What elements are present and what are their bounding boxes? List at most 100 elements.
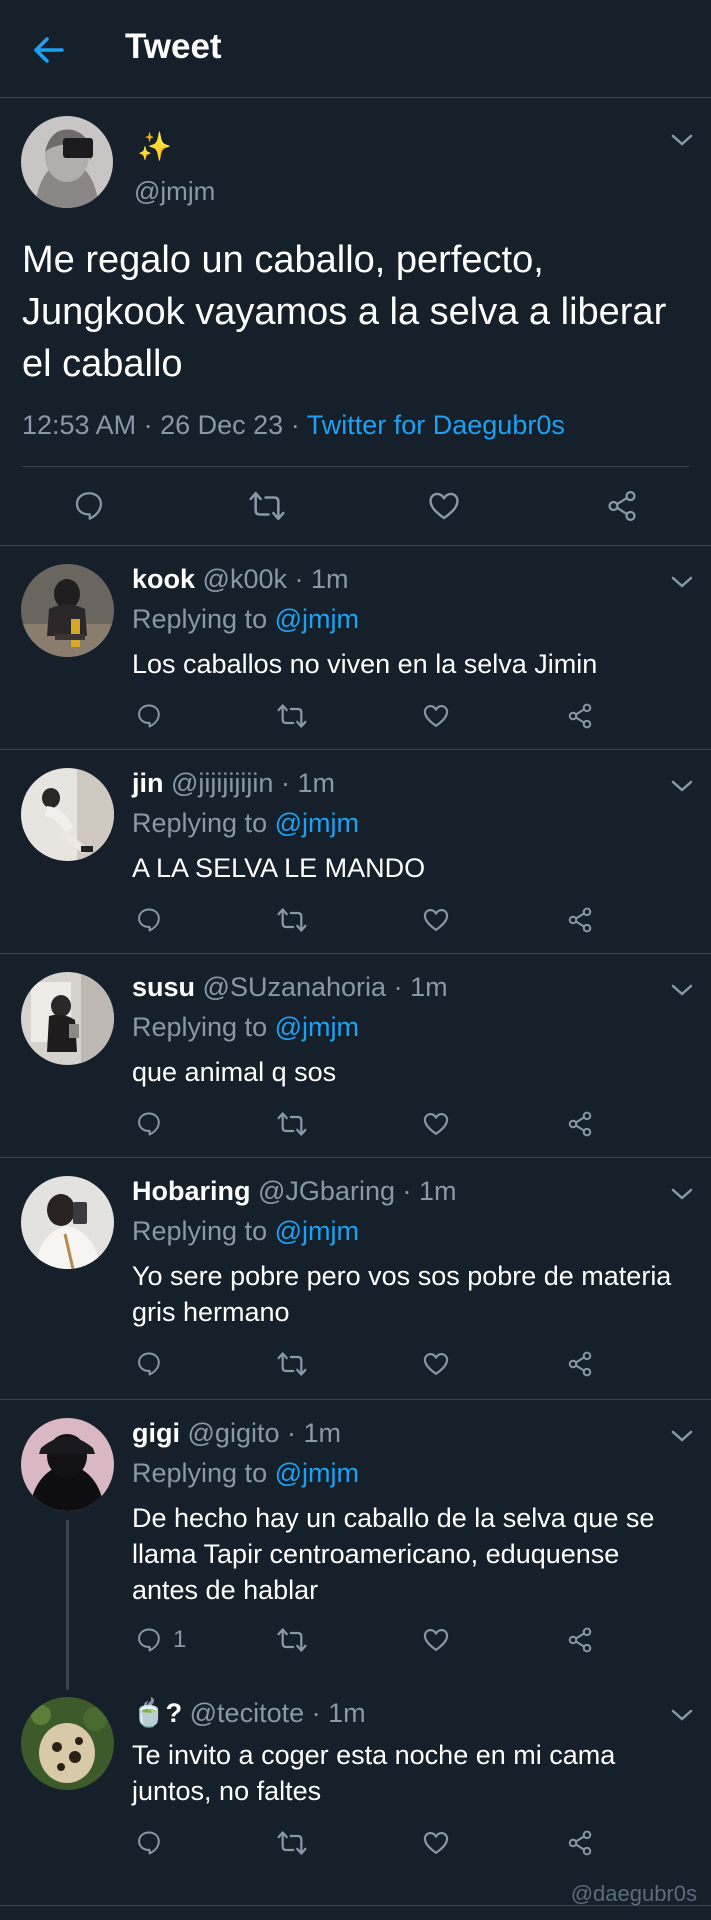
- retweet-icon: [277, 1112, 307, 1136]
- reply-header: gigi @gigito · 1m: [132, 1418, 341, 1448]
- watermark: @daegubr0s: [570, 1881, 697, 1906]
- share-icon: [568, 703, 592, 729]
- tweet-source-link[interactable]: Twitter for Daegubr0s: [307, 410, 565, 440]
- chevron-down-icon[interactable]: [670, 1707, 694, 1723]
- replying-to: Replying to @jmjm: [132, 604, 359, 635]
- reply-button[interactable]: [135, 1350, 173, 1378]
- tweet-date: 26 Dec 23: [160, 410, 284, 440]
- avatar[interactable]: [21, 1418, 114, 1511]
- like-button[interactable]: [422, 1829, 450, 1857]
- reply-actions: [0, 1106, 711, 1146]
- replying-label: Replying to: [132, 1012, 268, 1042]
- reply-header: jin @jijijijijin · 1m: [132, 768, 335, 798]
- chevron-down-icon[interactable]: [670, 574, 694, 590]
- mention-link[interactable]: @jmjm: [275, 1458, 359, 1488]
- share-icon: [568, 1830, 592, 1856]
- reply-button[interactable]: 1: [135, 1626, 186, 1654]
- display-name[interactable]: gigi: [132, 1418, 180, 1448]
- page-title: Tweet: [125, 27, 222, 66]
- reply-header: Hobaring @JGbaring · 1m: [132, 1176, 457, 1206]
- like-button[interactable]: [422, 1626, 450, 1654]
- reply-text: Te invito a coger esta noche en mi cama …: [132, 1740, 616, 1806]
- display-name[interactable]: jin: [132, 768, 164, 798]
- avatar[interactable]: [21, 1697, 114, 1790]
- avatar[interactable]: [21, 564, 114, 657]
- reply-tweet[interactable]: jin @jijijijijin · 1m Replying to @jmjm …: [0, 750, 711, 954]
- top-bar: Tweet: [0, 0, 711, 98]
- retweet-button[interactable]: [276, 1110, 308, 1138]
- handle: @k00k: [202, 564, 287, 594]
- mention-link[interactable]: @jmjm: [275, 1216, 359, 1246]
- avatar[interactable]: [21, 116, 113, 208]
- mention-link[interactable]: @jmjm: [275, 808, 359, 838]
- chevron-down-icon[interactable]: [670, 778, 694, 794]
- retweet-icon: [249, 491, 285, 521]
- retweet-icon: [277, 1352, 307, 1376]
- share-button[interactable]: [566, 906, 594, 934]
- share-icon: [608, 490, 636, 522]
- retweet-button[interactable]: [276, 1350, 308, 1378]
- avatar[interactable]: [21, 768, 114, 861]
- reply-button[interactable]: [135, 1110, 173, 1138]
- heart-icon: [423, 1629, 449, 1651]
- retweet-button[interactable]: [276, 906, 308, 934]
- share-button[interactable]: [566, 1110, 594, 1138]
- reply-header: susu @SUzanahoria · 1m: [132, 972, 448, 1002]
- display-name[interactable]: susu: [132, 972, 195, 1002]
- reply-text: que animal q sos: [132, 1057, 337, 1087]
- avatar[interactable]: [21, 972, 114, 1065]
- main-tweet: ✨ @jmjm Me regalo un caballo, perfecto, …: [0, 98, 711, 546]
- display-name[interactable]: kook: [132, 564, 195, 594]
- like-button[interactable]: [422, 1350, 450, 1378]
- share-button[interactable]: [605, 489, 639, 523]
- timestamp: 1m: [410, 972, 448, 1002]
- chevron-down-icon[interactable]: [670, 1186, 694, 1202]
- replying-to: Replying to @jmjm: [132, 1458, 359, 1489]
- like-button[interactable]: [422, 1110, 450, 1138]
- timestamp: 1m: [303, 1418, 341, 1448]
- reply-tweet[interactable]: 🍵? @tecitote · 1m Te invito a coger esta…: [0, 1685, 711, 1906]
- reply-tweet[interactable]: kook @k00k · 1m Replying to @jmjm Los ca…: [0, 546, 711, 750]
- replying-label: Replying to: [132, 808, 268, 838]
- share-icon: [568, 1111, 592, 1137]
- like-button[interactable]: [427, 489, 461, 523]
- meta-separator: ·: [143, 410, 153, 440]
- reply-tweet[interactable]: susu @SUzanahoria · 1m Replying to @jmjm…: [0, 954, 711, 1158]
- display-name[interactable]: 🍵?: [132, 1698, 182, 1728]
- handle: @SUzanahoria: [202, 972, 387, 1002]
- arrow-left-icon[interactable]: [28, 30, 68, 70]
- reply-button[interactable]: [135, 1829, 173, 1857]
- mention-link[interactable]: @jmjm: [275, 604, 359, 634]
- reply-button[interactable]: [72, 489, 106, 523]
- share-button[interactable]: [566, 702, 594, 730]
- handle: @jmjm: [134, 176, 216, 206]
- share-button[interactable]: [566, 1626, 594, 1654]
- chevron-down-icon[interactable]: [670, 982, 694, 998]
- reply-tweet[interactable]: gigi @gigito · 1m Replying to @jmjm De h…: [0, 1400, 711, 1685]
- comment-icon: [138, 1112, 160, 1136]
- reply-actions: [0, 902, 711, 942]
- display-name[interactable]: Hobaring: [132, 1176, 251, 1206]
- retweet-button[interactable]: [276, 1626, 308, 1654]
- reply-text: Yo sere pobre pero vos sos pobre de mate…: [132, 1261, 672, 1327]
- timestamp: 1m: [418, 1176, 457, 1206]
- share-button[interactable]: [566, 1350, 594, 1378]
- share-button[interactable]: [566, 1829, 594, 1857]
- like-button[interactable]: [422, 906, 450, 934]
- reply-tweet[interactable]: Hobaring @JGbaring · 1m Replying to @jmj…: [0, 1158, 711, 1400]
- mention-link[interactable]: @jmjm: [275, 1012, 359, 1042]
- tweet-time: 12:53 AM: [22, 410, 137, 440]
- avatar[interactable]: [21, 1176, 114, 1269]
- timestamp: 1m: [297, 768, 335, 798]
- chevron-down-icon[interactable]: [670, 1428, 694, 1444]
- heart-icon: [423, 1832, 449, 1854]
- retweet-button[interactable]: [276, 1829, 308, 1857]
- reply-button[interactable]: [135, 702, 173, 730]
- like-button[interactable]: [422, 702, 450, 730]
- comment-icon: [138, 1628, 160, 1652]
- retweet-button[interactable]: [248, 489, 286, 523]
- replying-label: Replying to: [132, 1458, 268, 1488]
- chevron-down-icon[interactable]: [670, 132, 694, 148]
- retweet-button[interactable]: [276, 702, 308, 730]
- reply-button[interactable]: [135, 906, 173, 934]
